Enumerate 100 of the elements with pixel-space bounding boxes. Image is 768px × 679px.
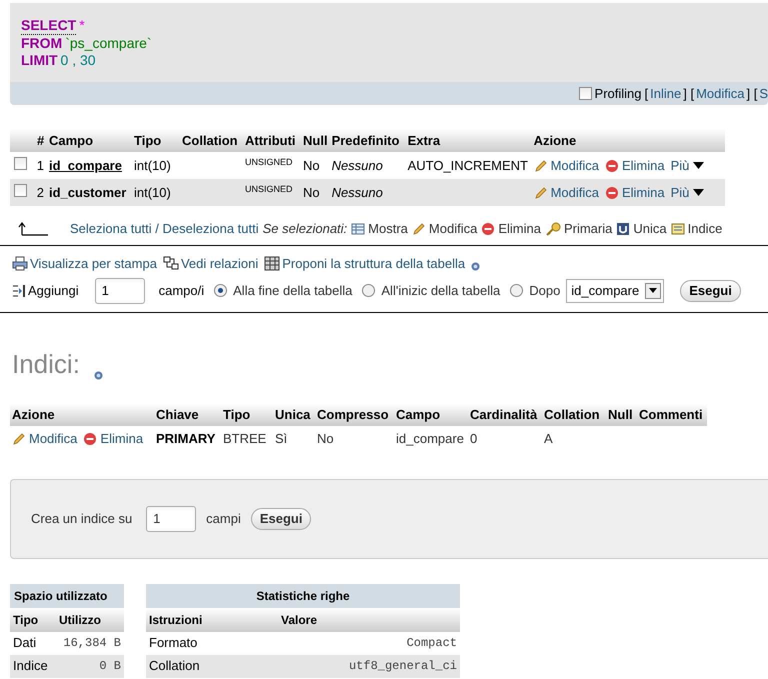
toolbar-link[interactable]: Inline (650, 84, 682, 104)
edit-link[interactable]: Modifica (412, 219, 478, 239)
sql-text: * (79, 17, 85, 35)
table-cell: int(10) (134, 184, 171, 200)
table-cell: UNSIGNED (245, 184, 293, 194)
number-field[interactable]: 1 (94, 278, 145, 304)
edit-link[interactable]: Modifica (12, 428, 78, 448)
insert-column-icon (12, 284, 26, 298)
column-header[interactable]: # (35, 129, 47, 152)
toolbar-link[interactable]: S (759, 84, 768, 104)
column-header[interactable]: Compresso (315, 404, 394, 426)
checkbox[interactable] (14, 184, 27, 197)
create-index-label: Crea un indice su (31, 510, 132, 528)
table-cell-text: Formato (148, 634, 198, 652)
index-card-icon (670, 222, 685, 236)
execute-button[interactable]: Esegui (250, 508, 312, 530)
edit-link[interactable]: Modifica (534, 156, 599, 176)
checkbox[interactable] (14, 156, 27, 170)
profiling-label: Profiling (594, 84, 642, 103)
help-icon[interactable] (94, 370, 103, 380)
help-icon[interactable] (471, 262, 480, 272)
table-cell: BTREE (223, 430, 266, 446)
toolbar-link[interactable]: Visualizza per stampa (12, 254, 157, 274)
field-dropdown[interactable]: id_compare (566, 278, 664, 302)
column-header[interactable]: Extra (406, 129, 532, 152)
field-name: id_customer (49, 184, 126, 200)
table-cell: A (544, 430, 553, 446)
column-header: Valore (278, 608, 460, 632)
add-label: Aggiungi (28, 282, 79, 300)
column-header[interactable]: Tipo (221, 404, 273, 426)
field-name: id_compare (49, 158, 122, 173)
table-cell: UNSIGNED (245, 157, 293, 167)
table-cell: No (317, 430, 334, 446)
toolbar-link[interactable]: Vedi relazioni (162, 254, 258, 274)
column-header[interactable]: Predefinito (330, 129, 406, 152)
column-header[interactable]: Campo (394, 404, 468, 426)
action-link[interactable]: Indice (670, 219, 722, 239)
caret-icon (693, 189, 704, 196)
delete-link[interactable]: Elimina (604, 156, 665, 176)
column-header: Istruzioni (146, 608, 278, 632)
minus-circle-icon (604, 158, 619, 172)
table-title: Statistiche righe (146, 584, 460, 608)
bracket-text: ] [ (746, 84, 758, 103)
relation-diagram-icon (162, 256, 179, 272)
more-dropdown[interactable]: Più (670, 182, 704, 202)
table-cell-text: 16,384 B (62, 635, 122, 652)
column-header[interactable]: Azione (532, 129, 725, 152)
table-cell: 0 B (56, 654, 124, 678)
table-cell-text: 1 (36, 156, 45, 175)
action-link[interactable]: Primaria (544, 219, 612, 239)
table-cell: No (303, 158, 320, 173)
option-label: Dopo (529, 282, 560, 300)
table-icon (351, 222, 366, 236)
table-cell: No (303, 184, 320, 200)
grid-icon (264, 256, 280, 272)
delete-link[interactable]: Elimina (481, 219, 541, 239)
column-header[interactable]: Collation (180, 129, 243, 152)
checkbox[interactable] (578, 87, 592, 100)
caret-icon (693, 162, 704, 169)
column-header[interactable]: Campo (47, 129, 132, 152)
bracket-text: ] [ (683, 84, 694, 103)
toolbar-link[interactable]: Modifica (696, 84, 744, 104)
u-letter-icon (616, 222, 630, 236)
radio-button[interactable] (362, 284, 376, 297)
toolbar-link[interactable]: Proponi la struttura della tabella (264, 254, 466, 274)
column-header[interactable]: Unica (273, 404, 315, 426)
sql-text: 0 , 30 (60, 52, 96, 69)
radio-button[interactable] (510, 284, 524, 297)
column-header[interactable]: Collation (542, 404, 606, 426)
with-selected-label: Se selezionati: (262, 220, 348, 238)
select-all-link[interactable]: Seleziona tutti / Deseleziona tutti (70, 219, 259, 239)
table-cell: Sì (275, 430, 288, 446)
column-header[interactable]: Cardinalità (468, 404, 542, 426)
table-cell: AUTO_INCREMENT (408, 158, 528, 173)
column-header[interactable]: Tipo (132, 129, 180, 152)
column-header[interactable]: Attributi (243, 129, 301, 152)
column-header[interactable]: Azione (10, 404, 154, 426)
option-label: Alla fine della tabella (233, 282, 352, 300)
table-cell-text: Dati (12, 634, 38, 652)
radio-button[interactable] (214, 284, 228, 297)
printer-icon (12, 256, 28, 272)
column-header[interactable]: Null (301, 129, 330, 152)
minus-circle-icon (83, 432, 98, 446)
table-cell: id_compare (396, 430, 464, 446)
action-link[interactable]: Unica (616, 219, 667, 239)
table-cell: Collation (146, 654, 278, 678)
action-link[interactable]: Mostra (351, 219, 408, 239)
edit-link[interactable]: Modifica (534, 182, 599, 202)
number-field[interactable]: 1 (146, 506, 196, 532)
minus-circle-icon (604, 186, 619, 200)
key-icon (544, 222, 561, 236)
table-title: Spazio utilizzato (10, 584, 124, 608)
delete-link[interactable]: Elimina (604, 182, 665, 202)
unit-label: campo/i (158, 282, 204, 300)
column-header[interactable]: Commenti (637, 404, 707, 426)
column-header[interactable]: Chiave (154, 404, 221, 426)
execute-button[interactable]: Esegui (680, 280, 741, 302)
delete-link[interactable]: Elimina (83, 428, 144, 448)
more-dropdown[interactable]: Più (670, 156, 704, 176)
column-header[interactable]: Null (606, 404, 637, 426)
